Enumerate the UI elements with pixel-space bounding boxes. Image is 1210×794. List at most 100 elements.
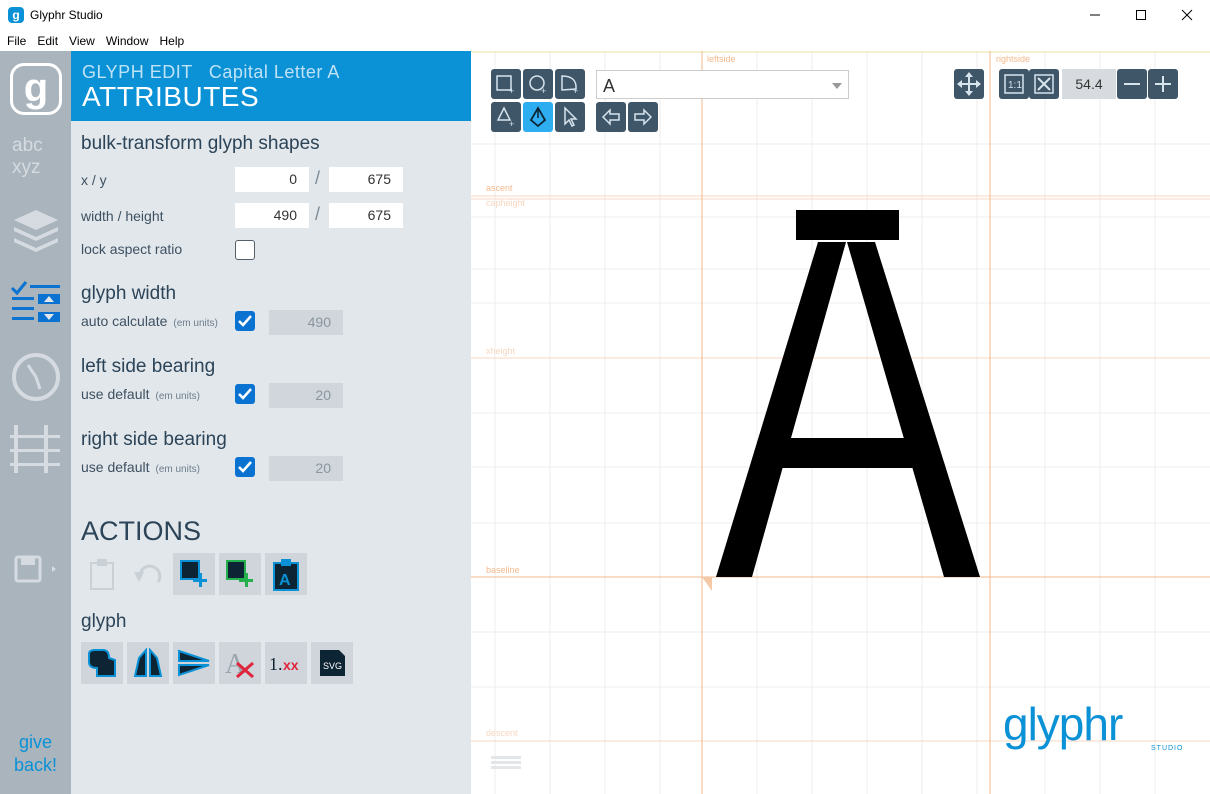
glyphr-app-icon: g <box>8 7 24 23</box>
pointer-tool[interactable] <box>555 102 585 132</box>
zoom-fit-button[interactable] <box>1029 69 1059 99</box>
actions-title: ACTIONS <box>81 516 202 546</box>
auto-calculate-label: auto calculate <box>81 313 168 329</box>
zoom-level-display: 54.4 <box>1062 69 1116 99</box>
nav-characters[interactable]: abc xyz <box>10 129 62 181</box>
em-units-label: (em units) <box>173 318 218 329</box>
left-nav: g abc xyz give back! <box>0 51 71 794</box>
paste-glyph-button[interactable]: A <box>265 553 307 595</box>
minimize-button[interactable] <box>1072 0 1118 30</box>
flip-vertical-button[interactable] <box>173 642 215 684</box>
new-rectangle-tool[interactable]: + <box>491 69 521 99</box>
glyph-select[interactable]: A <box>596 70 849 99</box>
guide-ascent-label: ascent <box>486 183 513 193</box>
add-component-icon <box>226 560 253 587</box>
minus-icon <box>1124 83 1140 85</box>
checkmark-icon <box>238 388 252 400</box>
new-path-tool[interactable]: + <box>555 69 585 99</box>
guide-xheight-label: xheight <box>486 346 516 356</box>
nav-layers[interactable] <box>10 203 62 255</box>
export-svg-button[interactable]: SVG <box>311 642 353 684</box>
clipboard-glyph-icon: A <box>273 559 299 591</box>
svg-text:+: + <box>509 86 514 95</box>
arrow-right-icon <box>634 108 653 126</box>
add-component-button[interactable] <box>219 553 261 595</box>
svg-text:SVG: SVG <box>323 661 342 671</box>
close-button[interactable] <box>1164 0 1210 30</box>
glyphr-logo-button[interactable]: g <box>10 63 62 115</box>
add-point-tool[interactable]: + <box>491 102 521 132</box>
height-input[interactable]: 675 <box>329 203 403 228</box>
pen-icon <box>529 106 547 128</box>
glyph-outline <box>716 210 980 577</box>
guide-capheight-label: capheight <box>486 198 526 208</box>
lsb-use-default-checkbox[interactable] <box>235 384 255 404</box>
menu-help[interactable]: Help <box>153 30 189 51</box>
canvas-grid <box>471 51 1210 794</box>
next-glyph-button[interactable] <box>628 102 658 132</box>
title-bar: g Glyphr Studio <box>0 0 1210 30</box>
flip-horizontal-button[interactable] <box>127 642 169 684</box>
pen-tool[interactable] <box>523 102 553 132</box>
pointer-icon <box>564 106 578 128</box>
minimize-icon <box>1090 14 1100 16</box>
attributes-panel: GLYPH EDIT Capital Letter A ATTRIBUTES b… <box>71 51 471 794</box>
menu-window[interactable]: Window <box>99 30 153 51</box>
previous-glyph-button[interactable] <box>596 102 626 132</box>
nav-guides[interactable] <box>10 423 62 475</box>
rsb-row: use default (em units) <box>81 459 200 475</box>
glyphr-studio-logo: glyphr STUDIO <box>1003 698 1182 752</box>
menu-view[interactable]: View <box>62 30 99 51</box>
clear-glyph-button[interactable]: A <box>219 642 261 684</box>
menu-file[interactable]: File <box>0 30 30 51</box>
combine-shapes-button[interactable] <box>81 642 123 684</box>
svg-text:xyz: xyz <box>12 157 41 178</box>
rsb-use-default-label: use default <box>81 459 150 475</box>
undo-button[interactable] <box>127 553 169 595</box>
svg-text:+: + <box>573 86 578 95</box>
menu-bar: File Edit View Window Help <box>0 30 1210 51</box>
pan-tool[interactable] <box>954 69 984 99</box>
svg-text:1.: 1. <box>269 654 283 674</box>
lock-aspect-label: lock aspect ratio <box>81 241 183 257</box>
clipboard-icon <box>90 559 114 590</box>
add-shape-button[interactable] <box>173 553 215 595</box>
zoom-out-button[interactable] <box>1117 69 1147 99</box>
metrics-icon <box>12 353 60 401</box>
zoom-in-button[interactable] <box>1148 69 1178 99</box>
guides-icon <box>10 425 60 473</box>
nav-save[interactable] <box>10 545 62 597</box>
give-back-link[interactable]: give back! <box>0 731 71 777</box>
rsb-use-default-checkbox[interactable] <box>235 457 255 477</box>
round-values-icon: 1. xx <box>269 654 299 674</box>
svg-text:A: A <box>225 649 246 679</box>
paste-button[interactable] <box>81 553 123 595</box>
svg-text:A: A <box>279 572 291 589</box>
layers-icon <box>14 210 58 252</box>
add-shape-icon <box>180 560 207 587</box>
save-icon <box>14 555 56 583</box>
glyph-width-title: glyph width <box>81 283 177 304</box>
x-input[interactable]: 0 <box>235 167 309 192</box>
zoom-one-to-one-button[interactable]: 1:1 <box>999 69 1029 99</box>
width-input[interactable]: 490 <box>235 203 309 228</box>
glyph-actions-title: glyph <box>81 611 127 632</box>
breadcrumb: GLYPH EDIT Capital Letter A <box>82 62 340 82</box>
nav-attributes[interactable] <box>10 277 62 329</box>
window-title: Glyphr Studio <box>30 8 103 22</box>
glyphr-logo-glyph: g <box>13 66 59 112</box>
menu-edit[interactable]: Edit <box>30 30 62 51</box>
wh-separator: / <box>315 204 321 224</box>
chevron-down-icon <box>832 83 842 89</box>
svg-text:+: + <box>509 119 514 128</box>
glyph-edit-canvas[interactable]: leftside rightside ascent capheight xhei… <box>471 51 1210 794</box>
y-input[interactable]: 675 <box>329 167 403 192</box>
nav-metrics[interactable] <box>10 351 62 403</box>
round-values-button[interactable]: 1. xx <box>265 642 307 684</box>
auto-calculate-checkbox[interactable] <box>235 311 255 331</box>
new-oval-tool[interactable]: + <box>523 69 553 99</box>
brand-wordmark: glyphr <box>1003 698 1123 750</box>
left-side-bearing-title: left side bearing <box>81 356 216 377</box>
lock-aspect-checkbox[interactable] <box>235 240 255 260</box>
maximize-button[interactable] <box>1118 0 1164 30</box>
